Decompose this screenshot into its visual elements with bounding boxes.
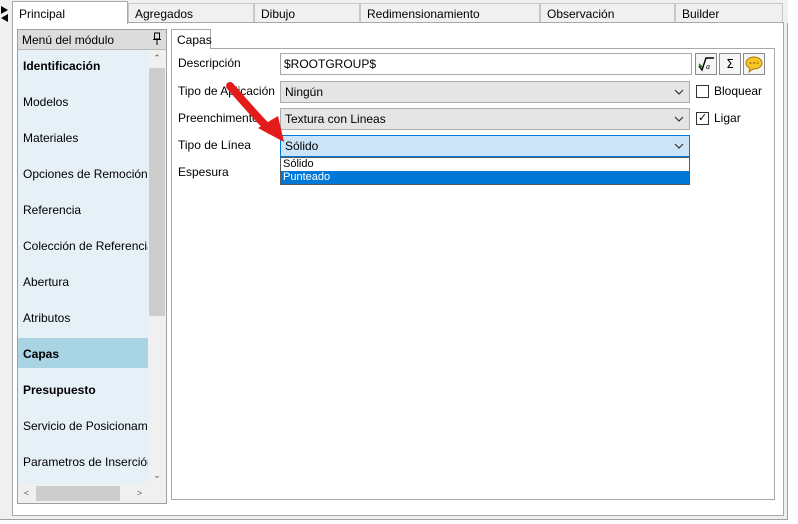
- formula-icon: a: [698, 57, 714, 72]
- capas-panel: Descripción $ROOTGROUP$ a Σ Tipo de Apli…: [171, 48, 775, 500]
- sum-button[interactable]: Σ: [719, 53, 741, 75]
- tab-label: Dibujo: [261, 7, 296, 21]
- tipo-linea-label: Tipo de Línea: [178, 138, 251, 152]
- tipo-linea-dropdown: Sólido Punteado: [280, 157, 690, 185]
- module-menu: Menú del módulo Identificación Modelos M…: [17, 29, 167, 504]
- chevron-down-icon: [673, 139, 685, 153]
- tipo-linea-select[interactable]: Sólido: [280, 135, 690, 157]
- tab-label: Principal: [19, 7, 66, 21]
- formula-button[interactable]: a: [695, 53, 717, 75]
- menu-item-capas[interactable]: Capas: [18, 338, 148, 368]
- preenchimento-value: Textura con Lineas: [285, 112, 386, 126]
- menu-item-coleccion-referencias[interactable]: Colección de Referencias: [18, 230, 148, 260]
- preenchimento-label: Preenchimento: [178, 111, 259, 125]
- principal-content: Menú del módulo Identificación Modelos M…: [12, 22, 784, 516]
- tab-label: Agregados: [135, 7, 194, 21]
- scroll-left-icon[interactable]: <: [18, 484, 35, 503]
- tab-label: Observación: [547, 7, 615, 21]
- espesura-label: Espesura: [178, 165, 229, 179]
- sum-icon: Σ: [726, 57, 734, 71]
- checkmark-icon: ✓: [698, 112, 708, 124]
- scroll-right-icon[interactable]: >: [131, 484, 148, 503]
- scroll-up-icon[interactable]: ⌃: [148, 50, 166, 67]
- checkbox-box[interactable]: ✓: [696, 112, 709, 125]
- collapse-arrow-icon[interactable]: [0, 4, 12, 24]
- scroll-down-icon[interactable]: ⌄: [148, 467, 166, 484]
- menu-item-opciones-remocion[interactable]: Opciones de Remoción: [18, 158, 148, 188]
- tab-redimensionamiento[interactable]: Redimensionamiento: [360, 3, 540, 23]
- comment-icon: [745, 56, 763, 74]
- menu-item-referencia[interactable]: Referencia: [18, 194, 148, 224]
- ligar-label: Ligar: [714, 111, 741, 125]
- ligar-checkbox[interactable]: ✓ Ligar: [696, 111, 766, 127]
- menu-item-materiales[interactable]: Materiales: [18, 122, 148, 152]
- scroll-thumb[interactable]: [36, 486, 120, 501]
- tab-capas[interactable]: Capas: [171, 29, 212, 49]
- chevron-down-icon: [673, 85, 685, 99]
- tab-principal[interactable]: Principal: [12, 1, 128, 24]
- menu-item-presupuesto[interactable]: Presupuesto: [18, 374, 148, 404]
- dropdown-option-punteado[interactable]: Punteado: [281, 171, 689, 184]
- menu-vertical-scrollbar[interactable]: ⌃ ⌄: [148, 50, 166, 484]
- module-menu-list: Identificación Modelos Materiales Opcion…: [18, 50, 148, 484]
- chevron-down-icon: [673, 112, 685, 126]
- menu-item-parametros-insercion[interactable]: Parametros de Inserción: [18, 446, 148, 476]
- preenchimento-select[interactable]: Textura con Lineas: [280, 108, 690, 130]
- module-menu-header: Menú del módulo: [18, 30, 166, 50]
- menu-horizontal-scrollbar[interactable]: < >: [18, 484, 148, 503]
- menu-item-atributos[interactable]: Atributos: [18, 302, 148, 332]
- tipo-linea-value: Sólido: [285, 139, 319, 153]
- tab-label: Capas: [177, 33, 212, 47]
- main-tabbar: Principal Agregados Dibujo Redimensionam…: [0, 0, 788, 24]
- module-menu-title: Menú del módulo: [22, 33, 115, 47]
- menu-item-abertura[interactable]: Abertura: [18, 266, 148, 296]
- module-window: Principal Agregados Dibujo Redimensionam…: [0, 0, 788, 520]
- tab-observacion[interactable]: Observación: [540, 3, 675, 23]
- tab-label: Builder: [682, 7, 720, 21]
- tab-agregados[interactable]: Agregados: [128, 3, 254, 23]
- scrollbar-corner: [148, 484, 166, 503]
- tab-dibujo[interactable]: Dibujo: [254, 3, 360, 23]
- menu-item-servicio-posicionamiento[interactable]: Servicio de Posicionamiento: [18, 410, 148, 440]
- menu-item-modelos[interactable]: Modelos: [18, 86, 148, 116]
- bloquear-label: Bloquear: [714, 84, 763, 98]
- checkbox-box[interactable]: [696, 85, 709, 98]
- tab-builder[interactable]: Builder: [675, 3, 783, 23]
- descripcion-input[interactable]: $ROOTGROUP$: [280, 53, 692, 75]
- tipo-aplicacion-value: Ningún: [285, 85, 324, 99]
- scroll-thumb[interactable]: [149, 68, 165, 316]
- comment-button[interactable]: [743, 53, 765, 75]
- tipo-aplicacion-select[interactable]: Ningún: [280, 81, 690, 103]
- menu-item-identificacion[interactable]: Identificación: [18, 50, 148, 80]
- svg-text:a: a: [706, 62, 710, 71]
- descripcion-label: Descripción: [178, 56, 241, 70]
- tab-label: Redimensionamiento: [367, 7, 480, 21]
- dropdown-option-solido[interactable]: Sólido: [281, 158, 689, 171]
- pin-icon[interactable]: [152, 32, 162, 46]
- tipo-aplicacion-label: Tipo de Aplicación: [178, 84, 275, 98]
- bloquear-checkbox[interactable]: Bloquear: [696, 84, 766, 100]
